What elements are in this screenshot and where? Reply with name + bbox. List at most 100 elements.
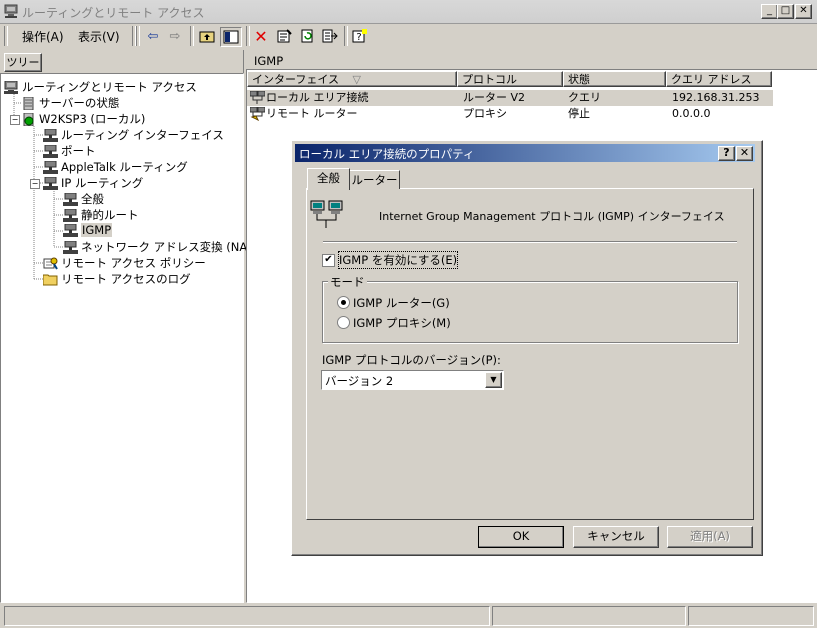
column-protocol[interactable]: プロトコル	[457, 71, 563, 87]
cancel-button[interactable]: キャンセル	[573, 526, 659, 548]
menu-action[interactable]: 操作(A)	[22, 28, 64, 45]
version-label: IGMP プロトコルのバージョン(P):	[322, 353, 501, 367]
tree-node-remote-access-log[interactable]: リモート アクセスのログ	[43, 271, 191, 287]
policy-icon	[43, 257, 58, 270]
tab-panel-general: Internet Group Management プロトコル (IGMP) イ…	[306, 188, 754, 520]
cell-state: クエリ	[568, 91, 601, 104]
tree-node-static-routes[interactable]: 静的ルート	[63, 207, 139, 223]
expand-toggle[interactable]: −	[10, 115, 20, 125]
radio-igmp-router[interactable]	[337, 296, 350, 309]
table-row[interactable]: リモート ルーター プロキシ 停止 0.0.0.0	[247, 106, 777, 122]
computer-icon	[4, 4, 18, 18]
network-icon	[43, 128, 58, 142]
version-value: バージョン 2	[325, 374, 394, 388]
menu-view[interactable]: 表示(V)	[78, 28, 120, 45]
tree-view[interactable]: − − ルーティングとリモート アクセス サーバーの状態 W2KSP3 (ローカ…	[0, 73, 258, 603]
tree-node-ports[interactable]: ポート	[43, 143, 96, 159]
computer-icon	[4, 80, 19, 94]
properties-icon[interactable]	[274, 27, 294, 45]
tree-node-server[interactable]: W2KSP3 (ローカル)	[21, 111, 145, 127]
folder-icon	[43, 273, 58, 286]
network-icon	[63, 208, 78, 222]
column-interface[interactable]: インターフェイス ▽	[247, 71, 457, 87]
ok-button[interactable]: OK	[478, 526, 564, 548]
dialog-close-button[interactable]: ✕	[736, 146, 753, 161]
interface-icon	[310, 200, 344, 233]
radio-igmp-router-label[interactable]: IGMP ルーター(G)	[353, 295, 450, 311]
tree-node-routing-interfaces[interactable]: ルーティング インターフェイス	[43, 127, 224, 143]
tree-node-igmp[interactable]: IGMP	[63, 223, 113, 237]
dialog-titlebar: ローカル エリア接続のプロパティ ? ✕	[295, 144, 755, 162]
cell-state: 停止	[568, 107, 590, 120]
column-query-address[interactable]: クエリ アドレス	[666, 71, 772, 87]
apply-button[interactable]: 適用(A)	[667, 526, 753, 548]
cell-query-address: 0.0.0.0	[672, 107, 711, 120]
status-cell	[492, 606, 686, 626]
tab-general[interactable]: 全般	[307, 168, 350, 190]
separator	[344, 26, 348, 46]
cell-interface: ローカル エリア接続	[266, 91, 369, 104]
maximize-button[interactable]: □	[777, 4, 794, 19]
mode-group-label: モード	[328, 274, 367, 290]
svg-text:?: ?	[356, 32, 361, 43]
help-icon[interactable]: ?	[350, 27, 370, 45]
interface-description: Internet Group Management プロトコル (IGMP) イ…	[379, 210, 725, 223]
tree-node-ip-routing[interactable]: IP ルーティング	[43, 175, 143, 191]
forward-icon[interactable]: ⇨	[165, 27, 185, 45]
window-titlebar: ルーティングとリモート アクセス _ □ ✕	[0, 0, 817, 24]
separator	[136, 26, 140, 46]
separator	[190, 26, 194, 46]
remote-router-icon	[249, 106, 266, 126]
tree-node-general[interactable]: 全般	[63, 191, 104, 207]
cell-query-address: 192.168.31.253	[672, 91, 760, 104]
tab-tree[interactable]: ツリー	[4, 53, 42, 72]
separator	[246, 26, 250, 46]
enable-igmp-label[interactable]: IGMP を有効にする(E)	[337, 251, 459, 269]
status-cell	[688, 606, 814, 626]
enable-igmp-checkbox[interactable]: ✔	[322, 254, 335, 267]
mode-group	[322, 281, 738, 343]
radio-igmp-proxy-label[interactable]: IGMP プロキシ(M)	[353, 315, 451, 331]
status-bar	[0, 603, 817, 628]
divider	[323, 241, 737, 243]
column-state[interactable]: 状態	[563, 71, 666, 87]
show-tree-icon[interactable]	[220, 27, 242, 47]
network-icon	[43, 160, 58, 174]
status-cell	[4, 606, 490, 626]
server-status-icon	[21, 112, 36, 126]
export-list-icon[interactable]	[320, 27, 340, 45]
version-select[interactable]: バージョン 2 ▼	[321, 370, 504, 390]
chevron-down-icon[interactable]: ▼	[485, 372, 502, 388]
tab-router[interactable]: ルーター	[349, 170, 400, 189]
pane-title: IGMP	[254, 54, 284, 68]
table-row[interactable]: ローカル エリア接続 ルーター V2 クエリ 192.168.31.253	[247, 90, 773, 106]
radio-igmp-proxy[interactable]	[337, 316, 350, 329]
tree-node-root[interactable]: ルーティングとリモート アクセス	[4, 79, 197, 95]
separator	[4, 26, 8, 46]
network-icon	[63, 223, 78, 237]
tree-node-remote-access-policy[interactable]: リモート アクセス ポリシー	[43, 255, 206, 271]
network-icon	[63, 240, 78, 254]
up-folder-icon[interactable]	[197, 27, 217, 45]
tree-node-server-status[interactable]: サーバーの状態	[21, 95, 119, 111]
tree-node-nat[interactable]: ネットワーク アドレス変換 (NAT)	[63, 239, 258, 255]
cell-protocol: ルーター V2	[463, 91, 526, 104]
tree-node-appletalk[interactable]: AppleTalk ルーティング	[43, 159, 188, 175]
cell-protocol: プロキシ	[463, 107, 507, 120]
cell-interface: リモート ルーター	[266, 107, 358, 120]
refresh-icon[interactable]	[297, 27, 317, 45]
server-icon	[21, 96, 36, 110]
expand-toggle[interactable]: −	[30, 179, 40, 189]
properties-dialog: ローカル エリア接続のプロパティ ? ✕ Internet Group Mana…	[291, 140, 763, 556]
network-icon	[43, 176, 58, 190]
back-icon[interactable]: ⇦	[143, 27, 163, 45]
minimize-button[interactable]: _	[761, 4, 778, 19]
help-button[interactable]: ?	[718, 146, 735, 161]
window-title: ルーティングとリモート アクセス	[22, 6, 205, 20]
network-icon	[63, 192, 78, 206]
dialog-title: ローカル エリア接続のプロパティ	[299, 147, 475, 161]
network-icon	[43, 144, 58, 158]
close-button[interactable]: ✕	[795, 4, 812, 19]
menu-toolbar: 操作(A) 表示(V) ⇦ ⇨ ✕ ?	[0, 24, 817, 48]
delete-icon[interactable]: ✕	[251, 27, 271, 46]
